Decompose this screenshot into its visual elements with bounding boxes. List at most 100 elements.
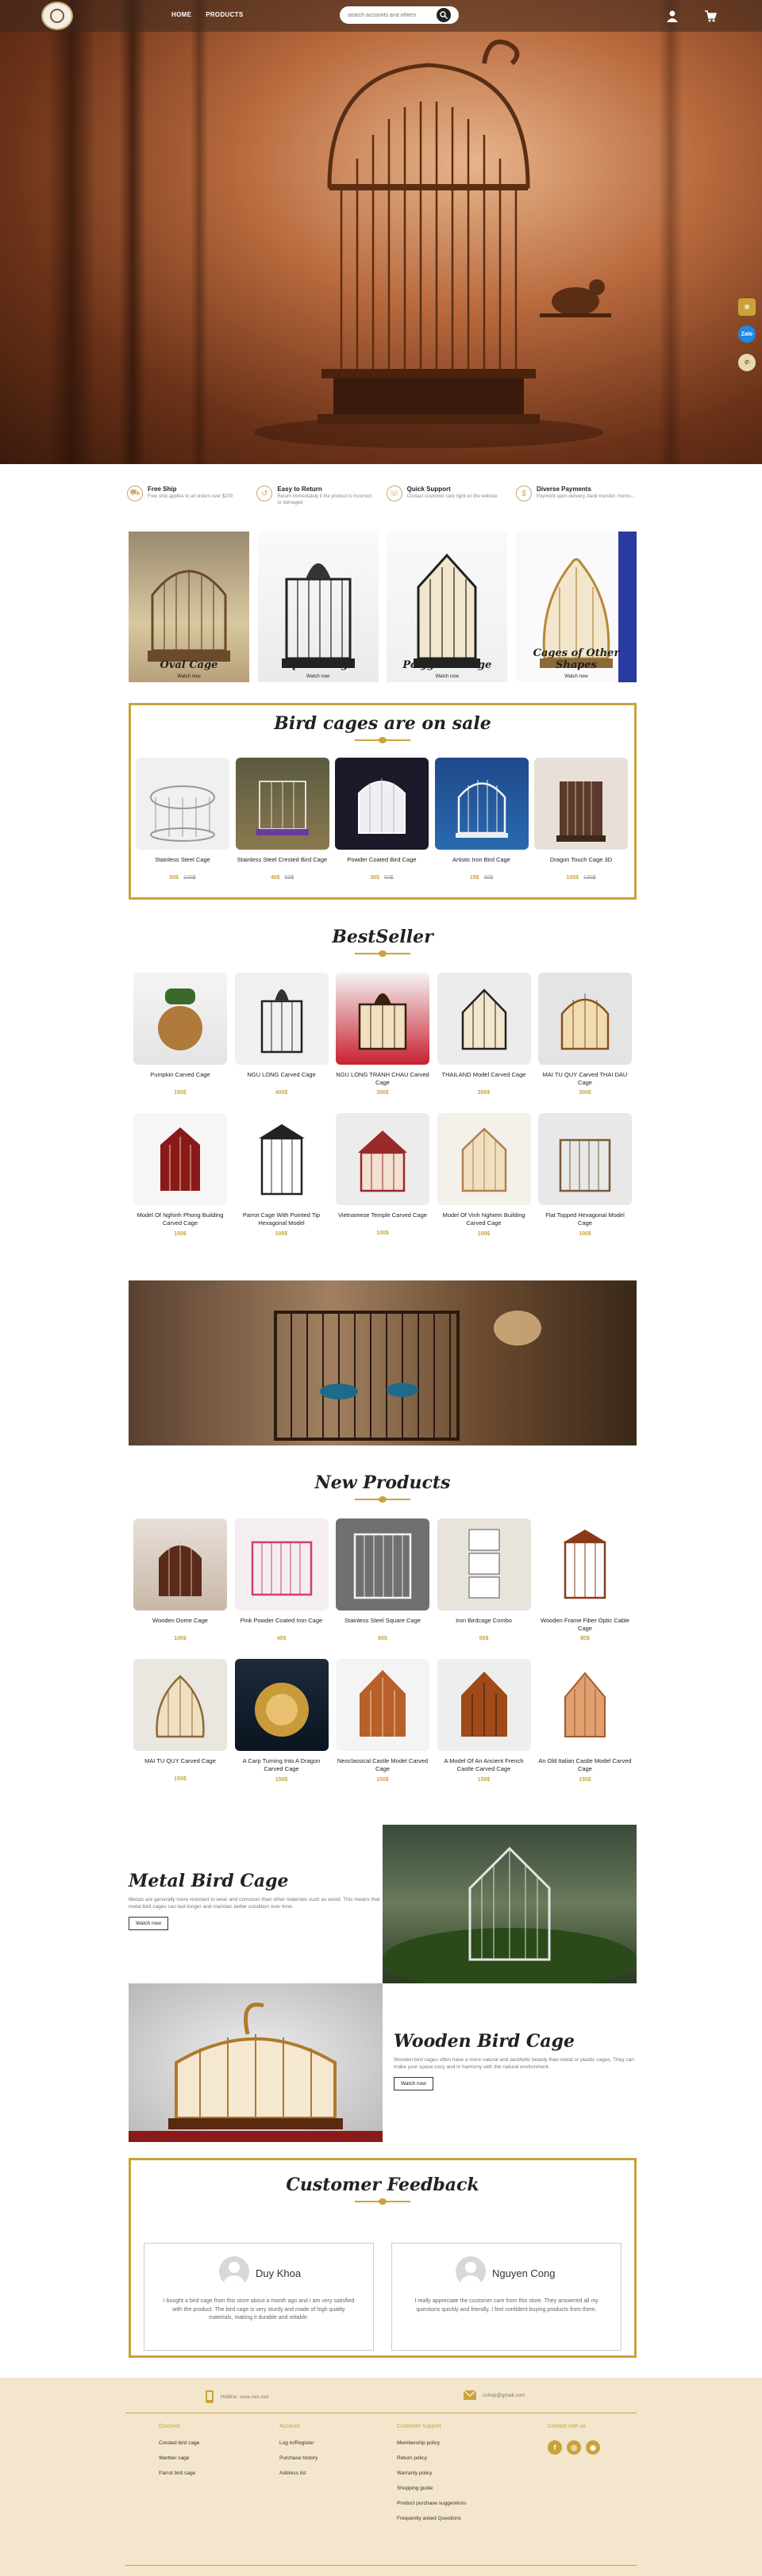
product-card[interactable]: Pink Powder Coated Iron Cage 40$ [234,1518,329,1641]
facebook-icon[interactable]: f [548,2440,562,2455]
product-image[interactable] [133,1518,227,1610]
wooden-watch-now-button[interactable]: Watch now [394,2077,433,2091]
product-card[interactable]: Model Of Nghinh Phong Building Carved Ca… [133,1113,227,1237]
product-card[interactable]: A Carp Turning Into A Dragon Carved Cage… [234,1659,329,1783]
product-image[interactable] [234,973,329,1065]
product-image[interactable] [234,1659,329,1752]
product-card[interactable]: MAI TU QUY Carved Cage 150$ [133,1659,227,1782]
product-card[interactable]: MAI TU QUY Carved THAI DAU Cage 300$ [538,973,632,1096]
watch-now-link[interactable]: Watch now [516,674,637,679]
product-image[interactable] [437,973,531,1065]
footer-link[interactable]: Crested bird cage [159,2440,199,2446]
search-input[interactable] [348,12,437,18]
product-image[interactable] [234,1113,329,1206]
user-icon[interactable] [666,10,679,22]
email-text[interactable]: cshop@gmail.com [483,2393,525,2398]
gift-icon[interactable]: ⊞ [738,298,756,316]
product-card[interactable]: Vietnamese Temple Carved Cage 100$ [336,1113,429,1236]
footer-link[interactable]: Frequently asked Questions [397,2516,466,2521]
category-polygonal[interactable]: Polygonal Cage Watch now [387,532,508,682]
watch-now-link[interactable]: Watch now [129,674,249,679]
product-image[interactable] [235,758,329,850]
zalo-icon[interactable]: Zalo [738,325,756,343]
product-image[interactable] [538,973,632,1065]
product-image[interactable] [437,1659,531,1752]
product-price: 300$ [579,1090,591,1096]
phone-icon[interactable]: ✆ [738,354,756,371]
footer-link[interactable]: Return policy [397,2455,466,2461]
product-image[interactable] [133,1659,227,1752]
site-logo[interactable] [41,2,73,30]
product-image[interactable] [133,973,227,1065]
product-image[interactable] [335,758,429,850]
ornament-divider [355,1496,410,1503]
instagram-icon[interactable]: ◎ [567,2440,581,2455]
product-card[interactable]: Stainless Steel Cage 50$ 100$ [136,758,229,881]
product-name: THAILAND Model Carved Cage [441,1071,526,1078]
product-price: 350$ [477,1090,491,1096]
metal-watch-now-button[interactable]: Watch now [129,1917,168,1931]
category-other[interactable]: Cages of Other Shapes Watch now [515,532,637,682]
footer-link[interactable]: Product purchase suggestions [397,2501,466,2506]
search-button[interactable] [437,8,451,22]
category-square[interactable]: Square Cage Watch now [257,532,379,682]
metal-cage-image [383,1825,637,1991]
product-image[interactable] [538,1518,632,1610]
product-image[interactable] [437,1518,531,1610]
product-card[interactable]: Pumpkin Carved Cage 150$ [133,973,227,1096]
product-card[interactable]: Iron Birdcage Combo 50$ [437,1518,531,1641]
product-card[interactable]: Wooden Dome Cage 100$ [133,1518,227,1641]
product-image[interactable] [434,758,529,850]
product-image[interactable] [437,1113,531,1206]
product-price: 50$ 100$ [169,875,196,881]
cart-icon[interactable] [704,10,717,22]
product-card[interactable]: THAILAND Model Carved Cage 350$ [437,973,531,1096]
product-card[interactable]: Neoclassical Castle Model Carved Cage 150… [336,1659,429,1783]
product-image[interactable] [538,1113,632,1206]
product-card[interactable]: Dragon Touch Cage 3D 100$ 130$ [534,758,628,881]
product-image[interactable] [336,973,429,1065]
nav-home[interactable]: HOME [171,11,191,18]
footer-link[interactable]: Shopping guide [397,2486,466,2491]
footer-link[interactable]: Log in/Register [279,2440,318,2446]
product-name: Model Of Vinh Nghiem Building Carved Cag… [442,1211,525,1227]
footer-link[interactable]: Address list [279,2470,318,2476]
footer-link[interactable]: Membership policy [397,2440,466,2446]
nav-products[interactable]: PRODUCTS [206,11,243,18]
product-price: 30$ 50$ [370,875,394,881]
product-price: 100$ [579,1230,591,1237]
footer-link[interactable]: Purchase history [279,2455,318,2461]
product-image[interactable] [534,758,628,850]
footer-link[interactable]: Warbler cage [159,2455,199,2461]
product-image[interactable] [336,1518,429,1610]
product-card[interactable]: Parrot Cage With Pointed Tip Hexagonal M… [234,1113,329,1237]
features-strip: ⛟ Free Ship Free ship applies to all orde… [127,486,635,507]
watch-now-link[interactable]: Watch now [387,674,507,679]
product-card[interactable]: An Old Italian Castle Model Carved Cage 1… [538,1659,632,1783]
product-card[interactable]: NGU LONG TRANH CHAU Carved Cage 300$ [336,973,429,1096]
review-text: I really appreciate the customer care fr… [414,2298,598,2313]
product-card[interactable]: Stainless Steel Square Cage 60$ [336,1518,429,1641]
category-oval[interactable]: Oval Cage Watch now [129,532,249,682]
feature-item: ↺ Easy to Return Return immediately if th… [256,486,375,507]
watch-now-link[interactable]: Watch now [258,674,379,679]
product-card[interactable]: Artistic Iron Bird Cage 15$ 30$ [434,758,529,881]
product-card[interactable]: Wooden Frame Fiber Optic Cable Cage 80$ [538,1518,632,1641]
product-image[interactable] [336,1659,429,1752]
github-icon[interactable]: ◉ [586,2440,600,2455]
product-card[interactable]: NGU LONG Carved Cage 400$ [234,973,329,1096]
product-image[interactable] [136,758,229,850]
product-card[interactable]: A Model Of An Ancient French Castle Carv… [437,1659,531,1783]
product-image[interactable] [133,1113,227,1206]
product-card[interactable]: Flat Topped Hexagonal Model Cage 100$ [538,1113,632,1237]
support-icon: ☏ [386,486,402,501]
product-card[interactable]: Stainless Steel Crested Bird Cage 40$ 60$ [235,758,329,881]
hotline-text: Hotline: xxxx-xxx-xxx [221,2394,269,2400]
footer-link[interactable]: Warranty policy [397,2470,466,2476]
product-image[interactable] [538,1659,632,1752]
product-card[interactable]: Powder Coated Bird Cage 30$ 50$ [335,758,429,881]
product-image[interactable] [336,1113,429,1206]
product-card[interactable]: Model Of Vinh Nghiem Building Carved Cag… [437,1113,531,1237]
footer-link[interactable]: Parrot bird cage [159,2470,199,2476]
product-image[interactable] [234,1518,329,1610]
